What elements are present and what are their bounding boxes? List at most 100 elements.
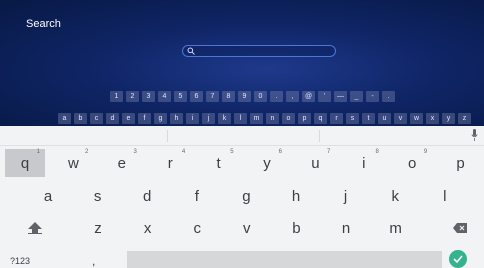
mic-icon[interactable] [471,129,478,141]
tv-key[interactable]: 7 [206,91,219,102]
key-g[interactable]: g [226,182,266,210]
tv-key[interactable]: w [410,113,423,124]
tv-key[interactable]: z [458,113,471,124]
tv-key[interactable]: ' [318,91,331,102]
tv-key[interactable]: c [90,113,103,124]
tv-key[interactable]: y [442,113,455,124]
tv-key[interactable]: j [202,113,215,124]
key-e[interactable]: e3 [102,149,142,177]
tv-key[interactable]: 4 [158,91,171,102]
tv-key[interactable]: 1 [110,91,123,102]
key-label: r [167,154,173,172]
tv-key[interactable]: p [298,113,311,124]
key-w[interactable]: w2 [53,149,93,177]
comma-key[interactable]: , [92,254,95,268]
key-label: i [362,154,366,172]
tv-key[interactable]: f [138,113,151,124]
key-label: t [216,154,221,172]
tv-key[interactable]: x [426,113,439,124]
check-icon [453,255,463,263]
keyboard-row-1: q1w2e3r4t5y6u7i8o9p [0,149,484,177]
tv-key[interactable]: q [314,113,327,124]
key-label: p [456,154,465,172]
tv-key[interactable]: , [286,91,299,102]
tv-key[interactable]: 3 [142,91,155,102]
tv-key[interactable]: 5 [174,91,187,102]
key-hint: 7 [327,149,331,155]
shift-icon [28,222,42,234]
tv-key[interactable]: u [378,113,391,124]
key-hint: 3 [133,149,137,155]
tv-key[interactable]: g [154,113,167,124]
tv-key[interactable]: e [122,113,135,124]
key-d[interactable]: d [127,182,167,210]
space-bar[interactable] [127,251,442,268]
key-v[interactable]: v [227,214,267,242]
key-n[interactable]: n [326,214,366,242]
tv-key[interactable]: s [346,113,359,124]
key-s[interactable]: s [78,182,118,210]
backspace-icon [453,223,467,233]
page-title: Search [26,18,61,30]
key-q[interactable]: q1 [5,149,45,177]
key-h[interactable]: h [276,182,316,210]
key-f[interactable]: f [177,182,217,210]
tv-key[interactable]: 2 [126,91,139,102]
search-icon [187,47,195,57]
tv-key[interactable]: d [106,113,119,124]
tv-app-background: Search 1 2 3 4 5 6 7 8 9 0., @ ' — _ -. abcdefghijklmn… [0,0,484,126]
key-r[interactable]: r4 [150,149,190,177]
tv-key[interactable]: . [382,91,395,102]
tv-key[interactable]: 8 [222,91,235,102]
tv-key[interactable]: 0 [254,91,267,102]
shift-key[interactable] [15,214,55,242]
search-input[interactable] [182,45,336,57]
tv-key[interactable]: n [266,113,279,124]
tv-key[interactable]: v [394,113,407,124]
key-hint: 9 [423,149,428,155]
tv-key[interactable]: - [366,91,379,102]
tv-key[interactable]: — [334,91,347,102]
key-u[interactable]: u7 [295,149,335,177]
tv-keyboard-digit-row: 1 2 3 4 5 6 7 8 9 0., @ ' — _ -. [110,91,395,102]
key-c[interactable]: c [177,214,217,242]
symbols-key[interactable]: ?123 [10,256,30,266]
key-hint: 4 [181,149,186,155]
key-k[interactable]: k [375,182,415,210]
key-label: q [20,154,30,172]
key-z[interactable]: z [78,214,118,242]
key-b[interactable]: b [276,214,316,242]
key-i[interactable]: i8 [344,149,384,177]
tv-key[interactable]: k [218,113,231,124]
tv-key[interactable]: b [74,113,87,124]
key-l[interactable]: l [425,182,465,210]
key-m[interactable]: m [376,214,416,242]
tv-key[interactable]: m [250,113,263,124]
tv-key[interactable]: 6 [190,91,203,102]
key-p[interactable]: p [441,149,481,177]
key-t[interactable]: t5 [199,149,239,177]
key-j[interactable]: j [326,182,366,210]
tv-key[interactable]: _ [350,91,363,102]
tv-key[interactable]: o [282,113,295,124]
key-o[interactable]: o9 [392,149,432,177]
tv-key[interactable]: 9 [238,91,251,102]
tv-key[interactable]: i [186,113,199,124]
tv-key[interactable]: a [58,113,71,124]
tv-key[interactable]: l [234,113,247,124]
tv-key[interactable]: . [270,91,283,102]
tv-key[interactable]: r [330,113,343,124]
suggestion-divider [319,130,320,142]
tv-key[interactable]: @ [302,91,315,102]
key-a[interactable]: a [28,182,68,210]
key-hint: 8 [375,149,379,155]
suggestion-divider [167,130,168,142]
key-label: y [263,154,271,172]
key-x[interactable]: x [128,214,168,242]
key-y[interactable]: y6 [247,149,287,177]
keyboard-row-2: asdfghjkl [0,182,484,210]
enter-key[interactable] [449,250,467,268]
tv-key[interactable]: t [362,113,375,124]
tv-key[interactable]: h [170,113,183,124]
backspace-key[interactable] [440,214,480,242]
